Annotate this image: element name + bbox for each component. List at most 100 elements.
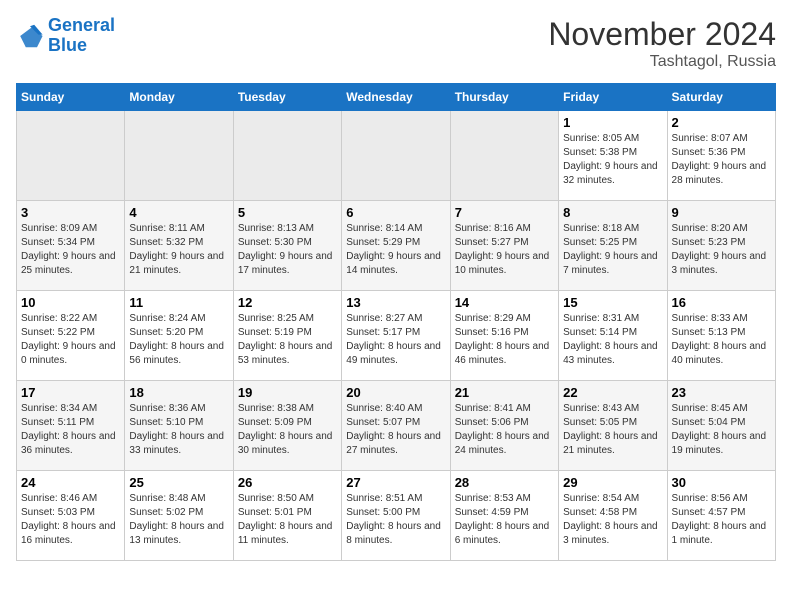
day-info: Sunrise: 8:24 AM Sunset: 5:20 PM Dayligh… xyxy=(129,312,228,368)
table-row: 6 Sunrise: 8:14 AM Sunset: 5:29 PM Daylig… xyxy=(342,201,450,291)
col-friday: Friday xyxy=(559,84,667,111)
day-number: 16 xyxy=(672,295,771,310)
day-info: Sunrise: 8:31 AM Sunset: 5:14 PM Dayligh… xyxy=(563,312,662,368)
day-number: 18 xyxy=(129,385,228,400)
table-row: 2 Sunrise: 8:07 AM Sunset: 5:36 PM Daylig… xyxy=(667,111,775,201)
day-number: 28 xyxy=(455,475,554,490)
table-row: 20Sunrise: 8:40 AM Sunset: 5:07 PM Dayli… xyxy=(342,381,450,471)
day-number: 12 xyxy=(238,295,337,310)
page-header: General Blue November 2024 Tashtagol, Ru… xyxy=(16,16,776,71)
day-info: Sunrise: 8:13 AM Sunset: 5:30 PM Dayligh… xyxy=(238,222,337,278)
table-row: 17Sunrise: 8:34 AM Sunset: 5:11 PM Dayli… xyxy=(17,381,125,471)
day-info: Sunrise: 8:41 AM Sunset: 5:06 PM Dayligh… xyxy=(455,402,554,458)
table-row xyxy=(450,111,558,201)
day-info: Sunrise: 8:33 AM Sunset: 5:13 PM Dayligh… xyxy=(672,312,771,368)
table-row: 26 Sunrise: 8:50 AM Sunset: 5:01 PM Dayli… xyxy=(233,471,341,561)
table-row: 22 Sunrise: 8:43 AM Sunset: 5:05 PM Dayli… xyxy=(559,381,667,471)
day-number: 13 xyxy=(346,295,445,310)
day-number: 10 xyxy=(21,295,120,310)
logo-icon xyxy=(16,22,44,50)
calendar-row: 3 Sunrise: 8:09 AM Sunset: 5:34 PM Daylig… xyxy=(17,201,776,291)
day-number: 26 xyxy=(238,475,337,490)
table-row: 15Sunrise: 8:31 AM Sunset: 5:14 PM Dayli… xyxy=(559,291,667,381)
day-info: Sunrise: 8:20 AM Sunset: 5:23 PM Dayligh… xyxy=(672,222,771,278)
table-row: 13 Sunrise: 8:27 AM Sunset: 5:17 PM Dayli… xyxy=(342,291,450,381)
table-row: 24 Sunrise: 8:46 AM Sunset: 5:03 PM Dayli… xyxy=(17,471,125,561)
day-info: Sunrise: 8:27 AM Sunset: 5:17 PM Dayligh… xyxy=(346,312,445,368)
day-info: Sunrise: 8:43 AM Sunset: 5:05 PM Dayligh… xyxy=(563,402,662,458)
day-number: 1 xyxy=(563,115,662,130)
day-info: Sunrise: 8:51 AM Sunset: 5:00 PM Dayligh… xyxy=(346,492,445,548)
day-info: Sunrise: 8:53 AM Sunset: 4:59 PM Dayligh… xyxy=(455,492,554,548)
calendar-header-row: Sunday Monday Tuesday Wednesday Thursday… xyxy=(17,84,776,111)
logo-text: General Blue xyxy=(48,16,115,56)
day-number: 22 xyxy=(563,385,662,400)
day-number: 2 xyxy=(672,115,771,130)
col-wednesday: Wednesday xyxy=(342,84,450,111)
day-info: Sunrise: 8:48 AM Sunset: 5:02 PM Dayligh… xyxy=(129,492,228,548)
table-row: 21 Sunrise: 8:41 AM Sunset: 5:06 PM Dayli… xyxy=(450,381,558,471)
table-row: 10 Sunrise: 8:22 AM Sunset: 5:22 PM Dayli… xyxy=(17,291,125,381)
table-row: 16 Sunrise: 8:33 AM Sunset: 5:13 PM Dayli… xyxy=(667,291,775,381)
day-info: Sunrise: 8:22 AM Sunset: 5:22 PM Dayligh… xyxy=(21,312,120,368)
day-number: 25 xyxy=(129,475,228,490)
table-row: 9 Sunrise: 8:20 AM Sunset: 5:23 PM Daylig… xyxy=(667,201,775,291)
day-info: Sunrise: 8:14 AM Sunset: 5:29 PM Dayligh… xyxy=(346,222,445,278)
day-number: 19 xyxy=(238,385,337,400)
day-info: Sunrise: 8:07 AM Sunset: 5:36 PM Dayligh… xyxy=(672,132,771,188)
table-row: 29 Sunrise: 8:54 AM Sunset: 4:58 PM Dayli… xyxy=(559,471,667,561)
table-row: 18 Sunrise: 8:36 AM Sunset: 5:10 PM Dayli… xyxy=(125,381,233,471)
subtitle: Tashtagol, Russia xyxy=(548,53,776,71)
table-row: 1 Sunrise: 8:05 AM Sunset: 5:38 PM Daylig… xyxy=(559,111,667,201)
day-number: 20 xyxy=(346,385,445,400)
day-info: Sunrise: 8:45 AM Sunset: 5:04 PM Dayligh… xyxy=(672,402,771,458)
day-info: Sunrise: 8:16 AM Sunset: 5:27 PM Dayligh… xyxy=(455,222,554,278)
calendar-row: 1 Sunrise: 8:05 AM Sunset: 5:38 PM Daylig… xyxy=(17,111,776,201)
day-info: Sunrise: 8:46 AM Sunset: 5:03 PM Dayligh… xyxy=(21,492,120,548)
table-row: 14Sunrise: 8:29 AM Sunset: 5:16 PM Dayli… xyxy=(450,291,558,381)
calendar-row: 17Sunrise: 8:34 AM Sunset: 5:11 PM Dayli… xyxy=(17,381,776,471)
day-info: Sunrise: 8:18 AM Sunset: 5:25 PM Dayligh… xyxy=(563,222,662,278)
table-row: 25 Sunrise: 8:48 AM Sunset: 5:02 PM Dayli… xyxy=(125,471,233,561)
day-info: Sunrise: 8:05 AM Sunset: 5:38 PM Dayligh… xyxy=(563,132,662,188)
table-row: 4Sunrise: 8:11 AM Sunset: 5:32 PM Daylig… xyxy=(125,201,233,291)
table-row: 7 Sunrise: 8:16 AM Sunset: 5:27 PM Daylig… xyxy=(450,201,558,291)
day-number: 29 xyxy=(563,475,662,490)
table-row: 23Sunrise: 8:45 AM Sunset: 5:04 PM Dayli… xyxy=(667,381,775,471)
day-number: 4 xyxy=(129,205,228,220)
calendar-row: 10 Sunrise: 8:22 AM Sunset: 5:22 PM Dayli… xyxy=(17,291,776,381)
table-row xyxy=(17,111,125,201)
day-info: Sunrise: 8:56 AM Sunset: 4:57 PM Dayligh… xyxy=(672,492,771,548)
day-number: 27 xyxy=(346,475,445,490)
table-row: 30 Sunrise: 8:56 AM Sunset: 4:57 PM Dayli… xyxy=(667,471,775,561)
day-info: Sunrise: 8:38 AM Sunset: 5:09 PM Dayligh… xyxy=(238,402,337,458)
day-number: 9 xyxy=(672,205,771,220)
col-thursday: Thursday xyxy=(450,84,558,111)
day-info: Sunrise: 8:50 AM Sunset: 5:01 PM Dayligh… xyxy=(238,492,337,548)
day-number: 5 xyxy=(238,205,337,220)
table-row: 5 Sunrise: 8:13 AM Sunset: 5:30 PM Daylig… xyxy=(233,201,341,291)
day-number: 7 xyxy=(455,205,554,220)
day-info: Sunrise: 8:25 AM Sunset: 5:19 PM Dayligh… xyxy=(238,312,337,368)
table-row: 11 Sunrise: 8:24 AM Sunset: 5:20 PM Dayli… xyxy=(125,291,233,381)
calendar: Sunday Monday Tuesday Wednesday Thursday… xyxy=(16,83,776,561)
month-title: November 2024 xyxy=(548,16,776,53)
day-number: 30 xyxy=(672,475,771,490)
col-saturday: Saturday xyxy=(667,84,775,111)
day-number: 3 xyxy=(21,205,120,220)
table-row: 19 Sunrise: 8:38 AM Sunset: 5:09 PM Dayli… xyxy=(233,381,341,471)
day-number: 21 xyxy=(455,385,554,400)
day-info: Sunrise: 8:54 AM Sunset: 4:58 PM Dayligh… xyxy=(563,492,662,548)
table-row: 27 Sunrise: 8:51 AM Sunset: 5:00 PM Dayli… xyxy=(342,471,450,561)
day-number: 8 xyxy=(563,205,662,220)
day-number: 11 xyxy=(129,295,228,310)
col-sunday: Sunday xyxy=(17,84,125,111)
table-row: 3 Sunrise: 8:09 AM Sunset: 5:34 PM Daylig… xyxy=(17,201,125,291)
title-block: November 2024 Tashtagol, Russia xyxy=(548,16,776,71)
day-info: Sunrise: 8:09 AM Sunset: 5:34 PM Dayligh… xyxy=(21,222,120,278)
day-number: 24 xyxy=(21,475,120,490)
day-number: 6 xyxy=(346,205,445,220)
calendar-row: 24 Sunrise: 8:46 AM Sunset: 5:03 PM Dayli… xyxy=(17,471,776,561)
col-monday: Monday xyxy=(125,84,233,111)
day-info: Sunrise: 8:36 AM Sunset: 5:10 PM Dayligh… xyxy=(129,402,228,458)
